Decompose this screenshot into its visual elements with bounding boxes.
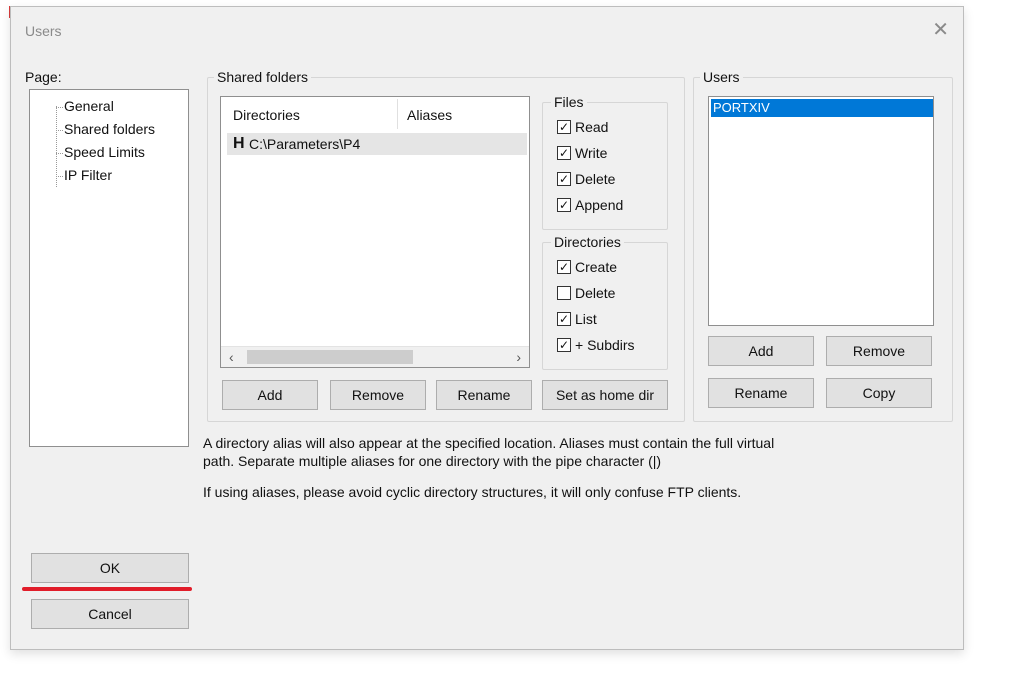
files-write-label: Write (575, 145, 608, 161)
tree-branch (56, 130, 63, 131)
user-remove-button[interactable]: Remove (826, 336, 932, 366)
column-aliases[interactable]: Aliases (407, 107, 452, 123)
users-dialog: Users ✕ Page: General Shared folders Spe… (10, 6, 964, 650)
checkbox-subdirs[interactable]: ✓ (557, 338, 571, 352)
tree-item-speed-limits[interactable]: Speed Limits (64, 144, 145, 160)
tree-connector (56, 106, 57, 187)
shared-folders-legend: Shared folders (214, 69, 312, 85)
checkbox-append[interactable]: ✓ (557, 198, 571, 212)
files-append-checkbox[interactable]: ✓ Append (557, 197, 623, 213)
checkbox-list[interactable]: ✓ (557, 312, 571, 326)
checkbox-read[interactable]: ✓ (557, 120, 571, 134)
tree-branch (56, 176, 63, 177)
alias-info-line3: If using aliases, please avoid cyclic di… (203, 484, 742, 500)
shared-add-button[interactable]: Add (222, 380, 318, 410)
alias-info-line1: A directory alias will also appear at th… (203, 435, 775, 451)
ok-highlight-underline (22, 587, 192, 591)
cancel-button[interactable]: Cancel (31, 599, 189, 629)
user-item[interactable]: PORTXIV (711, 99, 933, 117)
ok-button[interactable]: OK (31, 553, 189, 583)
scroll-right-icon[interactable]: › (516, 349, 521, 365)
checkbox-dirs-delete[interactable] (557, 286, 571, 300)
scroll-left-icon[interactable]: ‹ (229, 349, 234, 365)
files-append-label: Append (575, 197, 624, 213)
dirs-subdirs-label: + Subdirs (575, 337, 635, 353)
files-read-label: Read (575, 119, 609, 135)
files-legend: Files (551, 94, 587, 110)
horizontal-scrollbar[interactable]: ‹ › (221, 346, 529, 367)
alias-info-line2: path. Separate multiple aliases for one … (203, 453, 662, 469)
column-directories[interactable]: Directories (233, 107, 300, 123)
users-list[interactable]: PORTXIV (708, 96, 934, 326)
tree-branch (56, 153, 63, 154)
checkbox-create[interactable]: ✓ (557, 260, 571, 274)
column-separator (397, 99, 398, 129)
checkbox-delete[interactable]: ✓ (557, 172, 571, 186)
dirs-list-label: List (575, 311, 597, 327)
files-delete-label: Delete (575, 171, 616, 187)
page-tree: General Shared folders Speed Limits IP F… (29, 89, 189, 447)
dirs-create-checkbox[interactable]: ✓ Create (557, 259, 617, 275)
tree-branch (56, 107, 63, 108)
tree-item-shared-folders[interactable]: Shared folders (64, 121, 155, 137)
directories-legend: Directories (551, 234, 624, 250)
directory-row[interactable]: H C:\Parameters\P4 (227, 133, 527, 155)
user-add-button[interactable]: Add (708, 336, 814, 366)
dirs-delete-checkbox[interactable]: Delete (557, 285, 615, 301)
files-read-checkbox[interactable]: ✓ Read (557, 119, 608, 135)
directory-path: C:\Parameters\P4 (249, 136, 361, 152)
user-rename-button[interactable]: Rename (708, 378, 814, 408)
shared-folders-group: Shared folders Directories Aliases H C:\… (207, 69, 685, 422)
shared-remove-button[interactable]: Remove (330, 380, 426, 410)
dirs-delete-label: Delete (575, 285, 616, 301)
users-legend: Users (700, 69, 743, 85)
scrollbar-thumb[interactable] (247, 350, 413, 364)
directories-group: Directories ✓ Create Delete ✓ List ✓ + Subd… (542, 234, 668, 370)
close-icon[interactable]: ✕ (932, 17, 949, 42)
user-copy-button[interactable]: Copy (826, 378, 932, 408)
dirs-create-label: Create (575, 259, 618, 275)
tree-item-general[interactable]: General (64, 98, 114, 114)
files-delete-checkbox[interactable]: ✓ Delete (557, 171, 615, 187)
tree-item-ip-filter[interactable]: IP Filter (64, 167, 112, 183)
users-group: Users PORTXIV Add Remove Rename Copy (693, 69, 953, 422)
home-dir-marker: H (233, 135, 245, 152)
set-home-dir-button[interactable]: Set as home dir (542, 380, 668, 410)
directories-list[interactable]: Directories Aliases H C:\Parameters\P4 ‹… (220, 96, 530, 368)
window-title: Users (25, 23, 62, 39)
files-write-checkbox[interactable]: ✓ Write (557, 145, 607, 161)
checkbox-write[interactable]: ✓ (557, 146, 571, 160)
shared-rename-button[interactable]: Rename (436, 380, 532, 410)
dirs-list-checkbox[interactable]: ✓ List (557, 311, 597, 327)
files-group: Files ✓ Read ✓ Write ✓ Delete ✓ Append (542, 94, 668, 230)
page-label: Page: (25, 69, 62, 85)
dirs-subdirs-checkbox[interactable]: ✓ + Subdirs (557, 337, 635, 353)
